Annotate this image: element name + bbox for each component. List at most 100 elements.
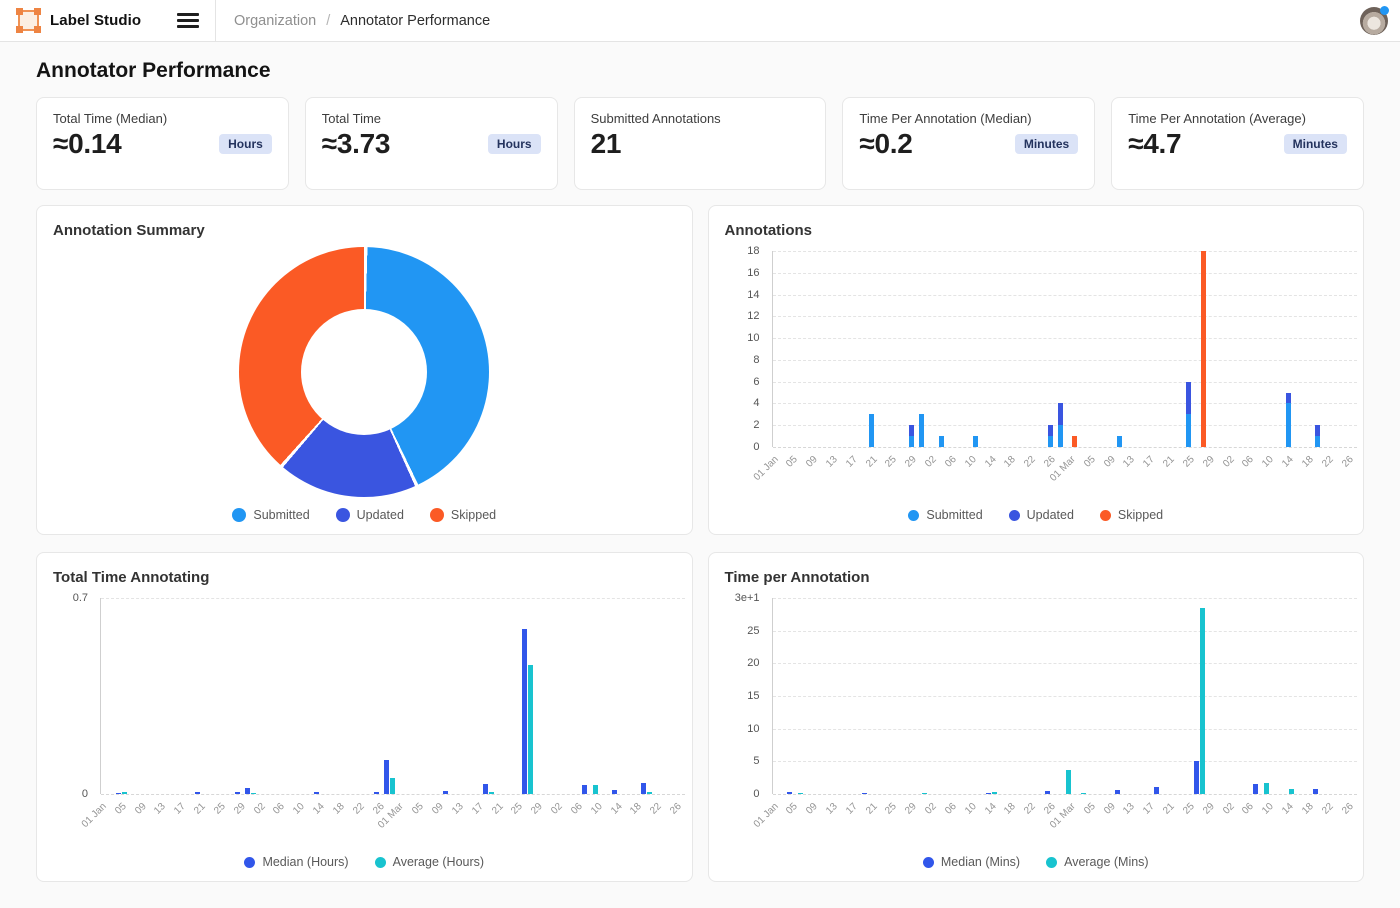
x-axis-tick: 13 bbox=[153, 801, 169, 817]
annotations-chart[interactable]: 181614121086420 01 Jan050913172125290206… bbox=[725, 251, 1348, 503]
bar-average-hours[interactable] bbox=[390, 778, 395, 794]
legend-item[interactable]: Median (Hours) bbox=[244, 855, 348, 869]
bar-average-mins[interactable] bbox=[1289, 789, 1294, 794]
x-axis-tick: 18 bbox=[1003, 454, 1019, 470]
bar-average-mins[interactable] bbox=[1081, 793, 1086, 794]
legend-item[interactable]: Skipped bbox=[430, 508, 496, 522]
y-axis-tick: 10 bbox=[747, 332, 759, 344]
x-axis-tick: 17 bbox=[172, 801, 188, 817]
legend-item[interactable]: Updated bbox=[336, 508, 404, 522]
bar-median-mins[interactable] bbox=[1313, 789, 1318, 794]
bar-skipped[interactable] bbox=[1201, 251, 1206, 447]
bar-average-mins[interactable] bbox=[1264, 783, 1269, 794]
bar-median-mins[interactable] bbox=[1194, 761, 1199, 794]
bar-submitted[interactable] bbox=[919, 414, 924, 447]
bar-submitted[interactable] bbox=[909, 436, 914, 447]
bar-median-hours[interactable] bbox=[522, 629, 527, 794]
bar-median-hours[interactable] bbox=[443, 791, 448, 794]
bar-median-mins[interactable] bbox=[1154, 787, 1159, 794]
stat-value: 21 bbox=[591, 128, 622, 160]
time-per-annotation-plot-area[interactable]: 01 Jan050913172125290206101418222601 Mar… bbox=[772, 598, 1357, 794]
x-axis-tick: 21 bbox=[1161, 454, 1177, 470]
x-axis-tick: 26 bbox=[668, 801, 684, 817]
bar-average-mins[interactable] bbox=[992, 792, 997, 794]
bar-median-hours[interactable] bbox=[582, 785, 587, 794]
bar-median-hours[interactable] bbox=[641, 783, 646, 794]
bar-average-hours[interactable] bbox=[647, 792, 652, 794]
bar-median-hours[interactable] bbox=[483, 784, 488, 794]
top-bar: Label Studio Organization / Annotator Pe… bbox=[0, 0, 1400, 42]
legend-item[interactable]: Submitted bbox=[908, 508, 982, 522]
annotation-summary-card: Annotation Summary SubmittedUpdatedSkipp… bbox=[36, 205, 693, 535]
hamburger-menu-icon[interactable] bbox=[177, 13, 199, 28]
bar-average-hours[interactable] bbox=[528, 665, 533, 794]
bar-submitted[interactable] bbox=[973, 436, 978, 447]
bar-median-mins[interactable] bbox=[986, 793, 991, 794]
bar-updated[interactable] bbox=[1315, 425, 1320, 436]
x-axis-tick: 05 bbox=[410, 801, 426, 817]
brand-zone: Label Studio bbox=[0, 0, 215, 41]
bar-submitted[interactable] bbox=[1186, 414, 1191, 447]
bar-median-mins[interactable] bbox=[1253, 784, 1258, 794]
bar-median-mins[interactable] bbox=[862, 793, 867, 794]
breadcrumb-organization[interactable]: Organization bbox=[234, 13, 316, 29]
bar-median-hours[interactable] bbox=[235, 792, 240, 794]
bar-median-hours[interactable] bbox=[245, 788, 250, 794]
grid-line bbox=[773, 663, 1357, 664]
bar-median-hours[interactable] bbox=[195, 792, 200, 794]
legend-item[interactable]: Average (Hours) bbox=[375, 855, 484, 869]
legend-item[interactable]: Median (Mins) bbox=[923, 855, 1020, 869]
bar-median-mins[interactable] bbox=[1115, 790, 1120, 794]
bar-average-hours[interactable] bbox=[489, 792, 494, 794]
legend-item[interactable]: Updated bbox=[1009, 508, 1074, 522]
bar-updated[interactable] bbox=[1048, 425, 1053, 436]
annotations-plot-area[interactable]: 01 Jan050913172125290206101418222601 Mar… bbox=[772, 251, 1357, 447]
bar-updated[interactable] bbox=[1286, 393, 1291, 404]
stat-unit-badge: Hours bbox=[488, 134, 541, 154]
bar-updated[interactable] bbox=[1186, 382, 1191, 415]
bar-average-hours[interactable] bbox=[593, 785, 598, 794]
stat-unit-badge: Minutes bbox=[1284, 134, 1347, 154]
bar-updated[interactable] bbox=[909, 425, 914, 436]
bar-submitted[interactable] bbox=[1048, 436, 1053, 447]
donut-hole bbox=[301, 309, 427, 435]
x-axis-tick: 05 bbox=[1082, 801, 1098, 817]
bar-median-mins[interactable] bbox=[787, 792, 792, 794]
x-axis-tick: 25 bbox=[884, 801, 900, 817]
y-axis-tick: 15 bbox=[747, 690, 759, 702]
bar-median-hours[interactable] bbox=[314, 792, 319, 794]
bar-submitted[interactable] bbox=[1315, 436, 1320, 447]
bar-skipped[interactable] bbox=[1072, 436, 1077, 447]
bar-average-mins[interactable] bbox=[798, 793, 803, 794]
bar-submitted[interactable] bbox=[1286, 403, 1291, 447]
bar-median-mins[interactable] bbox=[1045, 791, 1050, 794]
bar-average-mins[interactable] bbox=[1200, 608, 1205, 794]
legend-item[interactable]: Average (Mins) bbox=[1046, 855, 1149, 869]
bar-updated[interactable] bbox=[1058, 403, 1063, 425]
bar-median-hours[interactable] bbox=[374, 792, 379, 794]
bar-median-hours[interactable] bbox=[384, 760, 389, 794]
time-per-annotation-chart[interactable]: 3e+12520151050 01 Jan0509131721252902061… bbox=[725, 598, 1348, 850]
grid-line bbox=[773, 598, 1357, 599]
bar-submitted[interactable] bbox=[1058, 425, 1063, 447]
total-time-plot-area[interactable]: 01 Jan050913172125290206101418222601 Mar… bbox=[100, 598, 685, 794]
legend-label: Skipped bbox=[451, 508, 496, 522]
bar-submitted[interactable] bbox=[1117, 436, 1122, 447]
bar-median-hours[interactable] bbox=[612, 790, 617, 794]
total-time-chart[interactable]: 0.70 01 Jan05091317212529020610141822260… bbox=[53, 598, 676, 850]
legend-item[interactable]: Submitted bbox=[232, 508, 309, 522]
annotations-chart-card: Annotations 181614121086420 01 Jan050913… bbox=[708, 205, 1365, 535]
bar-submitted[interactable] bbox=[939, 436, 944, 447]
legend-item[interactable]: Skipped bbox=[1100, 508, 1163, 522]
bar-average-mins[interactable] bbox=[1066, 770, 1071, 794]
user-avatar[interactable] bbox=[1360, 7, 1388, 35]
x-axis-tick: 13 bbox=[824, 801, 840, 817]
bar-average-mins[interactable] bbox=[922, 793, 927, 794]
x-axis-tick: 09 bbox=[430, 801, 446, 817]
bar-average-hours[interactable] bbox=[122, 792, 127, 794]
stat-cards-row: Total Time (Median)≈0.14HoursTotal Time≈… bbox=[36, 97, 1364, 190]
annotation-summary-donut[interactable] bbox=[239, 247, 489, 497]
bar-average-hours[interactable] bbox=[251, 793, 256, 794]
bar-median-hours[interactable] bbox=[116, 793, 121, 794]
bar-submitted[interactable] bbox=[869, 414, 874, 447]
